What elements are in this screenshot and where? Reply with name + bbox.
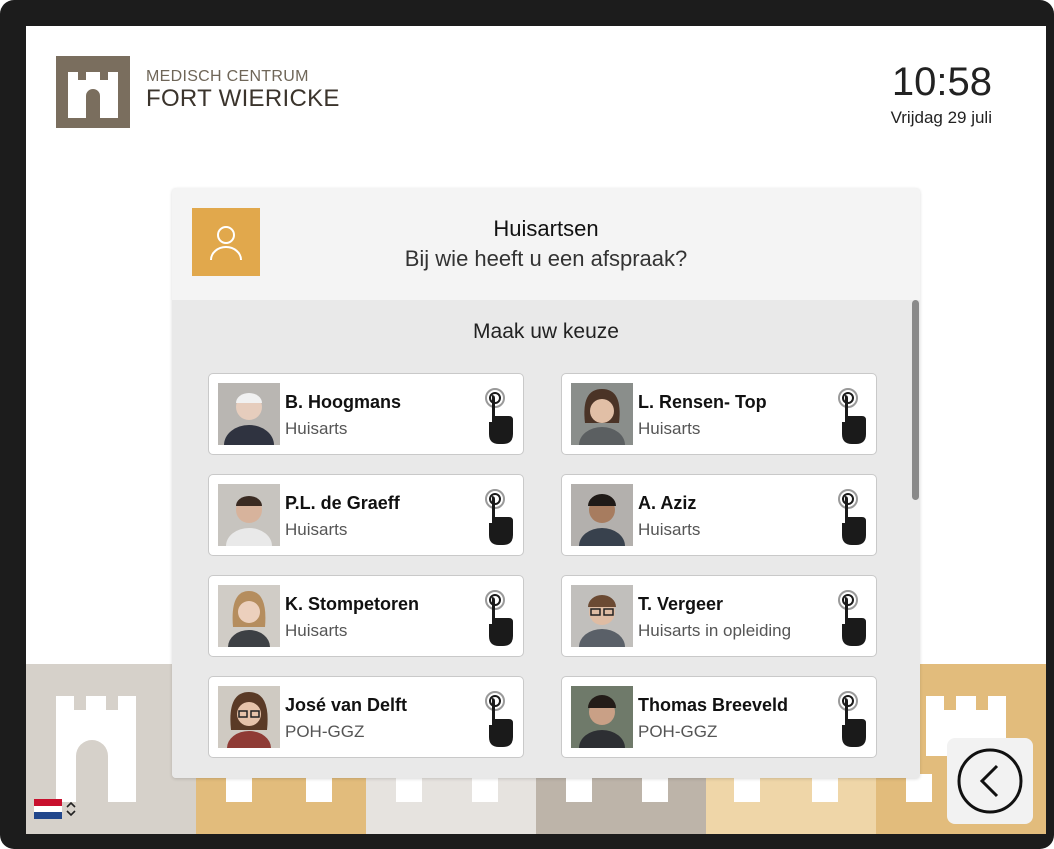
- doctor-role: Huisarts in opleiding: [638, 621, 792, 640]
- choice-prompt: Maak uw keuze: [473, 320, 619, 343]
- doctor-role: POH-GGZ: [638, 722, 718, 741]
- doctor-card-breeveld[interactable]: Thomas Breeveld POH-GGZ: [561, 676, 877, 758]
- tap-hand-icon: [485, 489, 513, 545]
- doctor-role: Huisarts: [638, 520, 701, 539]
- clock-time: 10:58: [891, 60, 992, 104]
- doctor-role: Huisarts: [285, 520, 348, 539]
- doctor-role: Huisarts: [638, 419, 701, 438]
- doctor-selection-dialog: Huisartsen Bij wie heeft u een afspraak?…: [172, 188, 920, 778]
- doctor-card-van-delft[interactable]: José van Delft POH-GGZ: [208, 676, 524, 758]
- dutch-flag-icon: [34, 799, 62, 819]
- doctor-role: Huisarts: [285, 621, 348, 640]
- doctor-photo: [571, 686, 633, 748]
- doctor-card-rensen-top[interactable]: L. Rensen- Top Huisarts: [561, 373, 877, 455]
- doctor-role: Huisarts: [285, 419, 348, 438]
- castle-logo-icon: [56, 56, 130, 128]
- tap-hand-icon: [838, 489, 866, 545]
- clock: 10:58 Vrijdag 29 juli: [891, 60, 992, 128]
- doctor-card-vergeer[interactable]: T. Vergeer Huisarts in opleiding: [561, 575, 877, 657]
- doctor-role: POH-GGZ: [285, 722, 365, 741]
- doctor-name: A. Aziz: [638, 493, 697, 513]
- back-arrow-icon: [957, 748, 1023, 814]
- dialog-title: Huisartsen: [493, 216, 599, 241]
- doctor-card-stompetoren[interactable]: K. Stompetoren Huisarts: [208, 575, 524, 657]
- clock-date: Vrijdag 29 juli: [890, 108, 992, 127]
- doctor-name: B. Hoogmans: [285, 392, 402, 412]
- back-button[interactable]: [947, 738, 1033, 824]
- doctor-name: L. Rensen- Top: [638, 392, 767, 412]
- doctor-name: P.L. de Graeff: [285, 493, 400, 513]
- brand-line1: MEDISCH CENTRUM: [146, 68, 309, 85]
- tap-hand-icon: [838, 388, 866, 444]
- language-selector[interactable]: [34, 796, 78, 822]
- brand-name: MEDISCH CENTRUM FORT WIERICKE: [146, 68, 340, 112]
- doctor-name: K. Stompetoren: [285, 594, 420, 614]
- doctor-photo: [218, 484, 280, 546]
- doctor-card-de-graeff[interactable]: P.L. de Graeff Huisarts: [208, 474, 524, 556]
- doctor-photo: [218, 383, 280, 445]
- dialog-header: Huisartsen Bij wie heeft u een afspraak?: [172, 188, 920, 300]
- dialog-body: Maak uw keuze B. Hoogmans Huisarts L. Re…: [172, 300, 920, 778]
- tap-hand-icon: [485, 590, 513, 646]
- kiosk-screen: MEDISCH CENTRUM FORT WIERICKE 10:58 Vrij…: [26, 26, 1046, 834]
- doctor-photo: [571, 383, 633, 445]
- brand-line2: FORT WIERICKE: [146, 85, 340, 112]
- doctor-card-aziz[interactable]: A. Aziz Huisarts: [561, 474, 877, 556]
- dialog-scrollbar[interactable]: [912, 300, 919, 500]
- dialog-subtitle: Bij wie heeft u een afspraak?: [404, 246, 688, 271]
- doctor-photo: [571, 585, 633, 647]
- tap-hand-icon: [838, 691, 866, 747]
- tap-hand-icon: [838, 590, 866, 646]
- doctor-photo: [571, 484, 633, 546]
- doctor-card-hoogmans[interactable]: B. Hoogmans Huisarts: [208, 373, 524, 455]
- doctor-photo: [218, 585, 280, 647]
- tap-hand-icon: [485, 388, 513, 444]
- chevron-up-down-icon: [66, 801, 76, 817]
- doctor-name: José van Delft: [285, 695, 408, 715]
- doctor-name: T. Vergeer: [638, 594, 724, 614]
- doctor-photo: [218, 686, 280, 748]
- tap-hand-icon: [485, 691, 513, 747]
- doctor-name: Thomas Breeveld: [638, 695, 789, 715]
